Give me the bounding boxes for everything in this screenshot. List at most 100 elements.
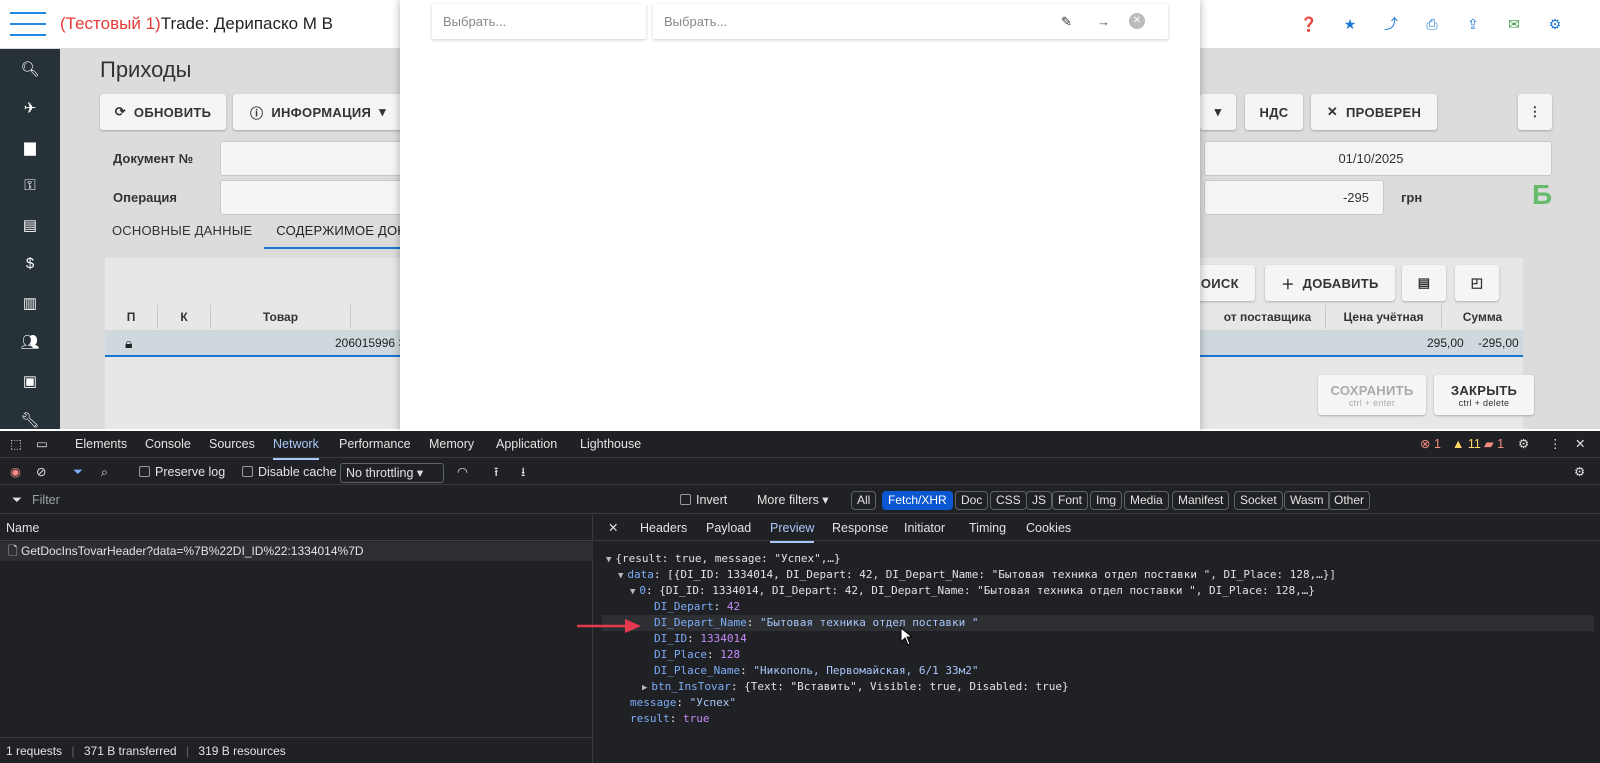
invert-checkbox[interactable]: Invert: [680, 487, 727, 513]
more-button[interactable]: ⋮: [1518, 94, 1552, 130]
error-count[interactable]: ⊗ 1: [1420, 431, 1441, 458]
name-column-header[interactable]: Name: [0, 515, 593, 541]
network-settings-icon[interactable]: ⚙: [1574, 459, 1585, 485]
col-header-price[interactable]: Цена учётная: [1326, 305, 1442, 329]
preview-di-place-name[interactable]: DI_Place_Name: "Никополь, Первомайская, …: [654, 663, 979, 679]
record-icon[interactable]: ◉: [10, 459, 21, 485]
checked-button[interactable]: ✕ ПРОВЕРЕН: [1311, 94, 1437, 130]
mail-icon[interactable]: ✉: [1505, 14, 1523, 34]
menu-icon[interactable]: [10, 12, 46, 38]
wifi-icon[interactable]: ◠: [457, 459, 468, 485]
add-button[interactable]: ＋ ДОБАВИТЬ: [1265, 265, 1395, 301]
search-icon[interactable]: ⌕: [101, 459, 108, 485]
col-header-supplier[interactable]: от поставщика: [1210, 305, 1326, 329]
disable-cache-checkbox[interactable]: Disable cache: [242, 459, 337, 485]
star-icon[interactable]: ★: [1341, 14, 1359, 34]
tab-payload[interactable]: Payload: [706, 515, 751, 541]
preview-message[interactable]: message: "Успех": [630, 695, 736, 711]
select-1[interactable]: Выбрать...: [432, 4, 646, 39]
key-icon[interactable]: ⚿: [0, 166, 60, 205]
clear-icon[interactable]: ✕: [1129, 13, 1145, 29]
filter-doc[interactable]: Doc: [955, 491, 989, 510]
filter-other[interactable]: Other: [1328, 491, 1371, 510]
search-icon[interactable]: 🔍︎: [0, 49, 60, 88]
arrow-right-icon[interactable]: →: [1097, 14, 1110, 29]
tab-application[interactable]: Application: [496, 431, 557, 458]
operation-field[interactable]: [220, 180, 420, 215]
more-filters-dropdown[interactable]: More filters ▾: [757, 487, 829, 513]
tab-cookies[interactable]: Cookies: [1026, 515, 1071, 541]
document-icon[interactable]: ▤: [0, 205, 60, 244]
preview-di-place[interactable]: DI_Place: 128: [654, 647, 740, 663]
preview-data[interactable]: ▼ data: [{DI_ID: 1334014, DI_Depart: 42, …: [618, 567, 1336, 584]
col-header-k[interactable]: К: [158, 305, 211, 329]
clear-icon[interactable]: ⊘: [36, 459, 46, 485]
edit-icon[interactable]: ✎: [1061, 14, 1072, 30]
filter-font[interactable]: Font: [1052, 491, 1089, 510]
date-field[interactable]: 01/10/2025: [1204, 141, 1552, 176]
tab-performance[interactable]: Performance: [339, 431, 411, 458]
upload-icon[interactable]: ⇪: [1464, 14, 1482, 34]
filter-manifest[interactable]: Manifest: [1172, 491, 1230, 510]
filter-fetch-xhr[interactable]: Fetch/XHR: [882, 491, 953, 510]
tab-response[interactable]: Response: [832, 515, 888, 541]
nds-button[interactable]: НДС: [1245, 94, 1303, 130]
library-icon[interactable]: ▥: [0, 283, 60, 322]
filter-wasm[interactable]: Wasm: [1284, 491, 1330, 510]
settings-icon[interactable]: ⚙: [1546, 14, 1564, 34]
filter-css[interactable]: CSS: [990, 491, 1027, 510]
filter-img[interactable]: Img: [1090, 491, 1123, 510]
inspect-icon[interactable]: ⬚: [10, 431, 22, 458]
select-2[interactable]: Выбрать... ✎ → ✕: [653, 4, 1168, 39]
filter-socket[interactable]: Socket: [1234, 491, 1283, 510]
col-header-tovar[interactable]: Товар: [211, 305, 351, 329]
save-button[interactable]: СОХРАНИТЬ ctrl + enter: [1318, 375, 1426, 415]
tab-network[interactable]: Network: [273, 431, 319, 460]
users-icon[interactable]: 👥︎: [0, 322, 60, 361]
gear-icon[interactable]: ⚙: [1518, 431, 1529, 458]
preview-item-0[interactable]: ▼ 0: {DI_ID: 1334014, DI_Depart: 42, DI_D…: [630, 583, 1315, 600]
filter-icon[interactable]: ⏷: [73, 459, 83, 485]
filter-media[interactable]: Media: [1124, 491, 1169, 510]
tab-headers[interactable]: Headers: [640, 515, 687, 541]
folder-icon[interactable]: ▆: [0, 127, 60, 166]
dropdown-button[interactable]: ▾: [1200, 94, 1236, 130]
info-button[interactable]: ⓘ ИНФОРМАЦИЯ ▾: [233, 94, 403, 130]
share-icon[interactable]: ⤴: [1382, 14, 1400, 34]
plane-icon[interactable]: ✈: [0, 88, 60, 127]
help-icon[interactable]: ❓: [1300, 14, 1318, 34]
preview-di-depart[interactable]: DI_Depart: 42: [654, 599, 740, 615]
tab-console[interactable]: Console: [145, 431, 191, 458]
preserve-log-checkbox[interactable]: Preserve log: [139, 459, 225, 485]
tab-elements[interactable]: Elements: [75, 431, 127, 458]
col-header-p[interactable]: П: [105, 305, 158, 329]
briefcase-icon[interactable]: ▣: [0, 361, 60, 400]
tab-main-data[interactable]: ОСНОВНЫЕ ДАННЫЕ: [100, 215, 264, 249]
filter-all[interactable]: All: [851, 491, 877, 510]
issue-count[interactable]: ▰ 1: [1484, 431, 1504, 458]
tab-lighthouse[interactable]: Lighthouse: [580, 431, 641, 458]
tab-sources[interactable]: Sources: [209, 431, 255, 458]
tab-timing[interactable]: Timing: [969, 515, 1006, 541]
tab-preview[interactable]: Preview: [770, 515, 815, 543]
dollar-icon[interactable]: $: [0, 244, 60, 283]
request-row[interactable]: 🗋︎ GetDocInsTovarHeader?data=%7B%22DI_ID…: [0, 542, 593, 561]
export-icon[interactable]: ▤: [1402, 265, 1446, 301]
export-icon[interactable]: ⭳: [521, 459, 525, 485]
preview-btn-instovar[interactable]: ▶ btn_InsTovar: {Text: "Вставить", Visibl…: [642, 679, 1069, 696]
refresh-button[interactable]: ⟳ ОБНОВИТЬ: [100, 94, 226, 130]
tab-initiator[interactable]: Initiator: [904, 515, 945, 541]
doc-number-field[interactable]: [220, 141, 420, 176]
warning-count[interactable]: ▲ 11: [1452, 431, 1481, 458]
filter-js[interactable]: JS: [1026, 491, 1053, 510]
filter-input[interactable]: Filter: [32, 487, 60, 513]
sum-field[interactable]: -295: [1204, 180, 1384, 215]
preview-di-id[interactable]: DI_ID: 1334014: [654, 631, 747, 647]
tab-memory[interactable]: Memory: [429, 431, 474, 458]
close-icon[interactable]: ✕: [1575, 431, 1585, 458]
import-icon[interactable]: ⭱: [494, 459, 498, 485]
device-toggle-icon[interactable]: ▭: [36, 431, 48, 458]
close-button[interactable]: ЗАКРЫТЬ ctrl + delete: [1434, 375, 1534, 415]
preview-di-depart-name[interactable]: DI_Depart_Name: "Бытовая техника отдел п…: [654, 615, 979, 631]
col-header-sum[interactable]: Сумма: [1442, 305, 1523, 329]
